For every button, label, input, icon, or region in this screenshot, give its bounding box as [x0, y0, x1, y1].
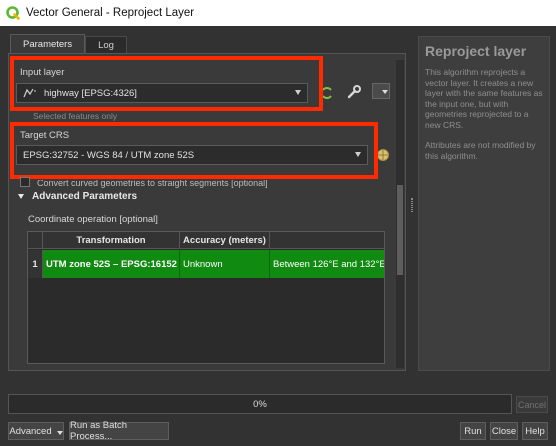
panel-splitter-handle[interactable] — [411, 198, 413, 212]
chevron-down-icon — [382, 90, 388, 94]
window-title: Vector General - Reproject Layer — [26, 7, 195, 19]
help-button[interactable]: Help — [522, 422, 548, 440]
crs-select-icon[interactable] — [376, 148, 390, 162]
coordinate-operation-table: Transformation Accuracy (meters) 1 UTM z… — [27, 231, 385, 364]
qgis-logo-icon — [6, 6, 20, 20]
column-header-transformation[interactable]: Transformation — [43, 232, 180, 249]
progress-bar: 0% — [8, 394, 512, 414]
table-row[interactable]: 1 UTM zone 52S – EPSG:16152 Unknown Betw… — [28, 250, 384, 278]
highlight-input-layer — [10, 56, 323, 111]
advanced-parameters-toggle[interactable]: Advanced Parameters — [18, 191, 137, 202]
advanced-button[interactable]: Advanced — [8, 422, 64, 440]
collapse-arrow-icon — [18, 194, 24, 199]
coordinate-operation-label: Coordinate operation [optional] — [28, 214, 158, 225]
convert-curved-checkbox[interactable] — [20, 177, 30, 187]
help-note: Attributes are not modified by this algo… — [425, 140, 536, 161]
help-panel: Reproject layer This algorithm reproject… — [418, 36, 550, 371]
scrollbar-thumb[interactable] — [397, 185, 403, 275]
highlight-target-crs — [10, 122, 378, 179]
advanced-parameters-title: Advanced Parameters — [32, 191, 138, 202]
run-batch-button[interactable]: Run as Batch Process... — [69, 420, 169, 442]
tab-bar: Parameters Log — [10, 34, 127, 54]
title-bar: Vector General - Reproject Layer — [0, 0, 556, 26]
cancel-button[interactable]: Cancel — [516, 396, 548, 413]
wrench-icon[interactable] — [346, 84, 362, 100]
close-button[interactable]: Close — [490, 422, 518, 440]
tab-log[interactable]: Log — [85, 36, 127, 54]
advanced-button-label: Advanced — [9, 425, 52, 437]
table-corner — [28, 232, 43, 249]
area-cell[interactable]: Between 126°E and 132°E — [270, 250, 384, 278]
progress-text: 0% — [253, 398, 267, 410]
table-header: Transformation Accuracy (meters) — [28, 232, 384, 249]
run-button[interactable]: Run — [460, 422, 486, 440]
accuracy-cell[interactable]: Unknown — [180, 250, 270, 278]
column-header-area[interactable] — [270, 232, 384, 249]
selected-features-label: Selected features only — [33, 111, 118, 121]
help-description: This algorithm reprojects a vector layer… — [425, 67, 543, 130]
tab-parameters[interactable]: Parameters — [10, 34, 86, 54]
transformation-cell[interactable]: UTM zone 52S – EPSG:16152 — [43, 250, 180, 278]
chevron-down-icon — [56, 430, 63, 435]
row-number: 1 — [28, 250, 43, 278]
layer-options-button[interactable] — [372, 83, 390, 99]
help-title: Reproject layer — [425, 43, 527, 59]
column-header-accuracy[interactable]: Accuracy (meters) — [180, 232, 270, 249]
